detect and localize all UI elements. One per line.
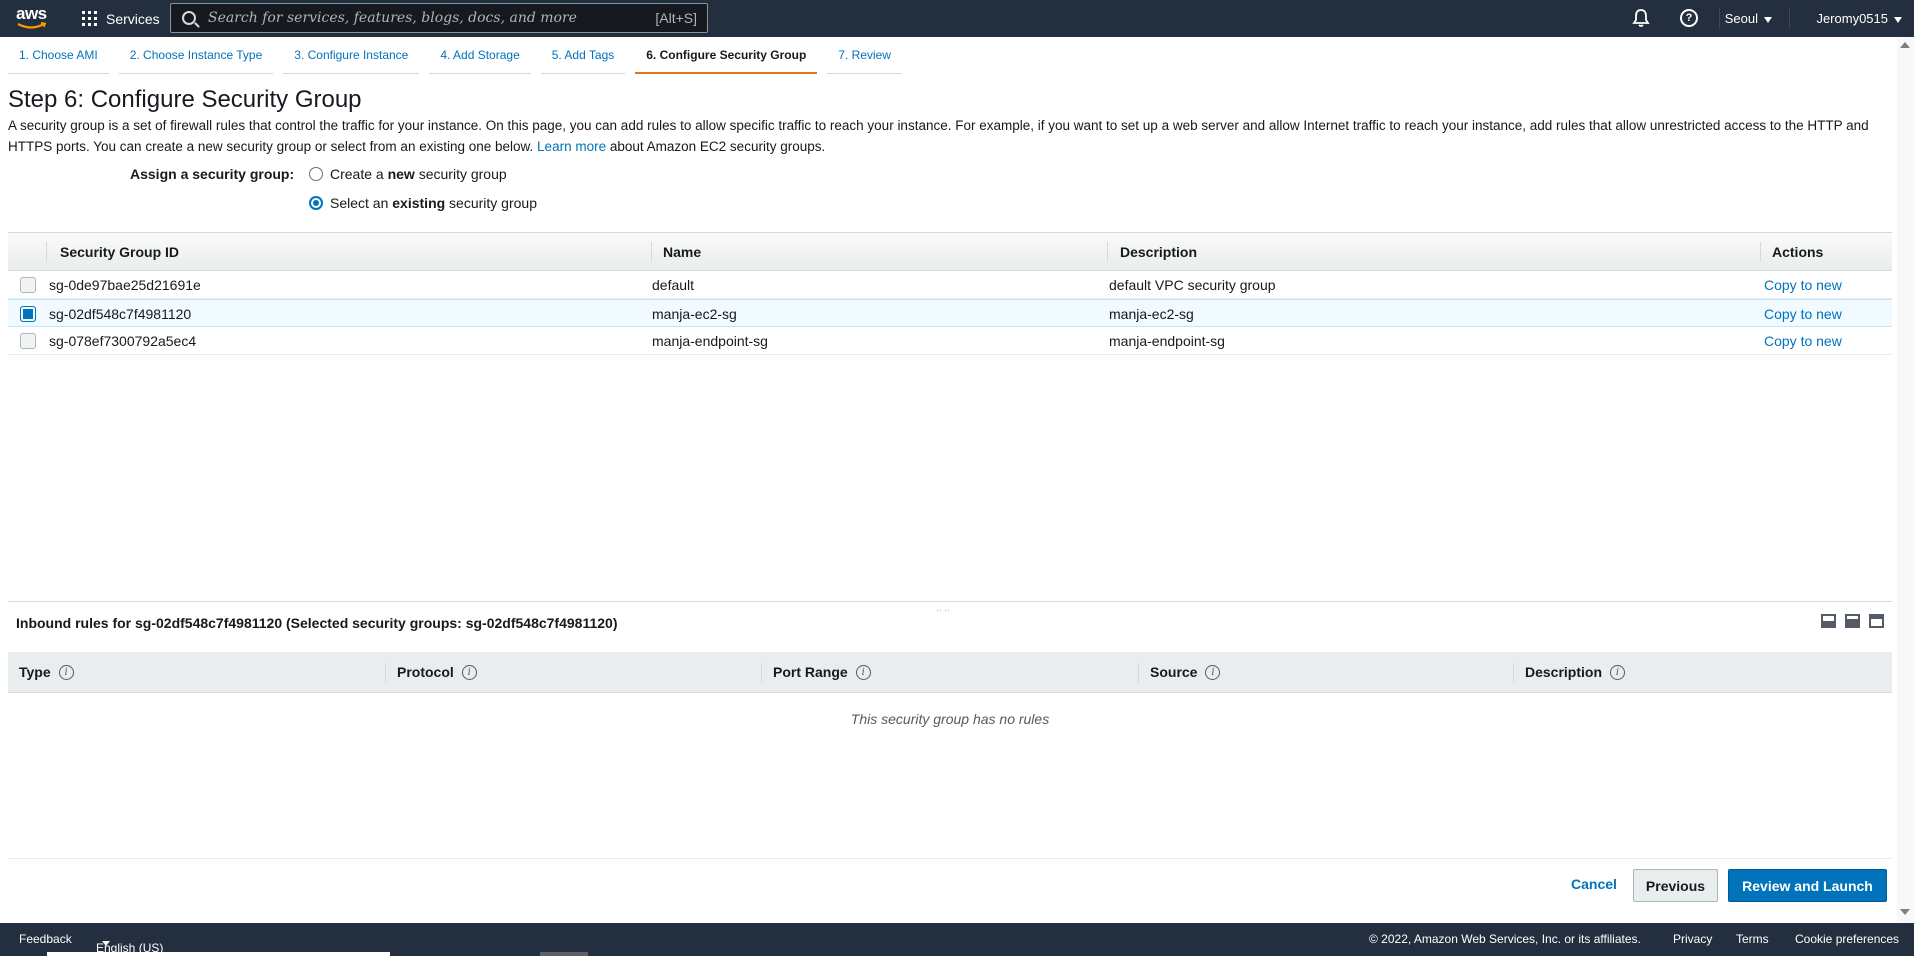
cell-id: sg-0de97bae25d21691e bbox=[49, 277, 201, 293]
cell-name: manja-ec2-sg bbox=[652, 306, 737, 322]
search-input[interactable] bbox=[208, 10, 656, 26]
info-icon[interactable]: i bbox=[855, 664, 871, 680]
grid-icon bbox=[82, 11, 97, 26]
col-header-protocol: Protocol i bbox=[397, 664, 477, 680]
search-box[interactable]: [Alt+S] bbox=[170, 3, 708, 33]
cookie-preferences-link[interactable]: Cookie preferences bbox=[1795, 932, 1899, 946]
step-configure-security-group[interactable]: 6. Configure Security Group bbox=[635, 48, 818, 74]
col-header-source: Source i bbox=[1150, 664, 1221, 680]
divider bbox=[8, 858, 1892, 859]
radio-select-existing-input[interactable] bbox=[309, 196, 323, 210]
cell-name: default bbox=[652, 277, 695, 293]
step-add-tags[interactable]: 5. Add Tags bbox=[540, 48, 626, 74]
step-configure-instance[interactable]: 3. Configure Instance bbox=[283, 48, 420, 74]
cell-id: sg-02df548c7f4981120 bbox=[49, 306, 192, 322]
review-and-launch-button[interactable]: Review and Launch bbox=[1728, 869, 1887, 902]
user-label: Jeromy0515 bbox=[1816, 11, 1888, 26]
step-choose-ami[interactable]: 1. Choose AMI bbox=[8, 48, 109, 74]
search-icon bbox=[182, 11, 196, 25]
user-menu[interactable]: Jeromy0515 bbox=[1816, 11, 1902, 26]
copyright-text: © 2022, Amazon Web Services, Inc. or its… bbox=[1369, 932, 1641, 946]
table-row[interactable]: sg-02df548c7f4981120 manja-ec2-sg manja-… bbox=[8, 299, 1892, 327]
aws-logo-text: aws bbox=[16, 4, 47, 23]
scroll-up-icon[interactable] bbox=[1900, 42, 1910, 48]
inbound-rules-title: Inbound rules for sg-02df548c7f4981120 (… bbox=[16, 615, 618, 631]
top-nav: aws Services [Alt+S] ? Seoul Jeromy0515 bbox=[0, 0, 1914, 37]
chevron-down-icon bbox=[1894, 16, 1902, 23]
assign-label: Assign a security group: bbox=[130, 166, 295, 182]
learn-more-link[interactable]: Learn more bbox=[537, 139, 606, 154]
table-row[interactable]: sg-0de97bae25d21691e default default VPC… bbox=[8, 271, 1892, 299]
empty-rules-message: This security group has no rules bbox=[850, 711, 1050, 727]
info-icon[interactable]: i bbox=[1610, 664, 1626, 680]
resize-grip-icon[interactable]: ‥‥ bbox=[936, 603, 952, 614]
previous-button[interactable]: Previous bbox=[1633, 869, 1718, 902]
copy-to-new-link[interactable]: Copy to new bbox=[1764, 277, 1842, 293]
radio-select-existing[interactable]: Select an existing security group bbox=[309, 195, 537, 211]
row-checkbox[interactable] bbox=[20, 333, 36, 349]
bell-icon[interactable] bbox=[1632, 8, 1650, 28]
search-shortcut: [Alt+S] bbox=[655, 10, 697, 26]
panel-half-icon[interactable] bbox=[1845, 614, 1860, 628]
cell-description: manja-ec2-sg bbox=[1109, 306, 1194, 322]
col-header-rule-description: Description i bbox=[1525, 664, 1626, 680]
nav-right: ? Seoul Jeromy0515 bbox=[1572, 0, 1902, 37]
radio-select-existing-label: Select an existing security group bbox=[330, 195, 537, 211]
security-group-table: Security Group ID Name Description Actio… bbox=[8, 232, 1892, 355]
taskbar-strip bbox=[540, 952, 588, 956]
scrollbar[interactable] bbox=[1897, 37, 1914, 923]
table-header: Security Group ID Name Description Actio… bbox=[8, 232, 1892, 271]
row-checkbox[interactable] bbox=[20, 306, 36, 322]
terms-link[interactable]: Terms bbox=[1736, 932, 1769, 946]
region-label: Seoul bbox=[1724, 11, 1758, 26]
smile-icon bbox=[17, 22, 47, 29]
info-icon[interactable]: i bbox=[461, 664, 477, 680]
panel-resizer[interactable] bbox=[8, 601, 1892, 602]
intro-text-2: about Amazon EC2 security groups. bbox=[609, 139, 826, 154]
panel-minimize-icon[interactable] bbox=[1821, 614, 1836, 628]
radio-create-new-input[interactable] bbox=[309, 167, 323, 181]
info-icon[interactable]: i bbox=[58, 664, 74, 680]
cell-name: manja-endpoint-sg bbox=[652, 333, 768, 349]
page-intro: A security group is a set of firewall ru… bbox=[8, 115, 1888, 157]
col-header-description[interactable]: Description bbox=[1120, 244, 1197, 260]
radio-create-new[interactable]: Create a new security group bbox=[309, 166, 507, 182]
aws-logo[interactable]: aws bbox=[16, 5, 50, 31]
chevron-down-icon bbox=[1764, 16, 1772, 23]
col-header-id[interactable]: Security Group ID bbox=[60, 244, 179, 260]
radio-create-new-label: Create a new security group bbox=[330, 166, 507, 182]
inbound-rules-header: Type i Protocol i Port Range i Source i Desc… bbox=[8, 652, 1892, 693]
row-checkbox[interactable] bbox=[20, 277, 36, 293]
panel-size-controls bbox=[1821, 614, 1884, 628]
cell-description: default VPC security group bbox=[1109, 277, 1276, 293]
wizard-steps: 1. Choose AMI 2. Choose Instance Type 3.… bbox=[8, 48, 912, 74]
scroll-down-icon[interactable] bbox=[1900, 909, 1910, 915]
feedback-link[interactable]: Feedback bbox=[19, 932, 72, 946]
services-label: Services bbox=[106, 10, 160, 27]
intro-text: A security group is a set of firewall ru… bbox=[8, 118, 1869, 154]
region-selector[interactable]: Seoul bbox=[1725, 11, 1772, 26]
help-icon[interactable]: ? bbox=[1680, 9, 1698, 27]
step-choose-instance-type[interactable]: 2. Choose Instance Type bbox=[118, 48, 274, 74]
cell-description: manja-endpoint-sg bbox=[1109, 333, 1225, 349]
panel-maximize-icon[interactable] bbox=[1869, 614, 1884, 628]
table-row[interactable]: sg-078ef7300792a5ec4 manja-endpoint-sg m… bbox=[8, 327, 1892, 355]
page-title: Step 6: Configure Security Group bbox=[8, 86, 362, 113]
step-review[interactable]: 7. Review bbox=[827, 48, 902, 74]
col-header-actions: Actions bbox=[1772, 244, 1824, 260]
info-icon[interactable]: i bbox=[1205, 664, 1221, 680]
taskbar-strip bbox=[47, 952, 390, 956]
col-header-type: Type i bbox=[19, 664, 74, 680]
services-menu[interactable]: Services bbox=[82, 0, 160, 37]
step-add-storage[interactable]: 4. Add Storage bbox=[429, 48, 531, 74]
privacy-link[interactable]: Privacy bbox=[1673, 932, 1712, 946]
copy-to-new-link[interactable]: Copy to new bbox=[1764, 333, 1842, 349]
cancel-button[interactable]: Cancel bbox=[1571, 876, 1617, 892]
col-header-name[interactable]: Name bbox=[663, 244, 701, 260]
chevron-down-icon bbox=[102, 941, 110, 946]
col-header-port-range: Port Range i bbox=[773, 664, 871, 680]
cell-id: sg-078ef7300792a5ec4 bbox=[49, 333, 197, 349]
copy-to-new-link[interactable]: Copy to new bbox=[1764, 306, 1842, 322]
